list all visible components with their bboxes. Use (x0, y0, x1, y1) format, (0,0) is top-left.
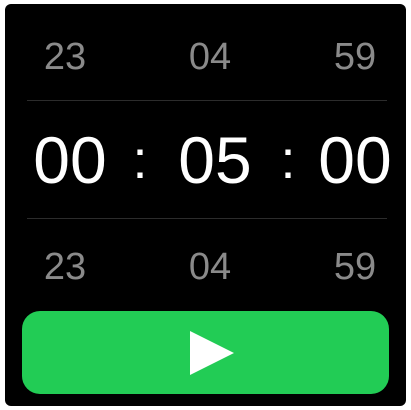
timer-screen: 23 04 59 00 : 05 : 00 23 04 59 (5, 4, 406, 406)
seconds-selected[interactable]: 00 (300, 120, 406, 200)
picker-row-below: 23 04 59 (5, 242, 406, 292)
hours-above[interactable]: 23 (10, 32, 120, 82)
play-icon (190, 331, 234, 375)
divider-bottom (27, 218, 387, 219)
start-button[interactable] (22, 311, 389, 394)
divider-top (27, 100, 387, 101)
seconds-below[interactable]: 59 (305, 242, 405, 292)
hours-below[interactable]: 23 (10, 242, 120, 292)
minutes-above[interactable]: 04 (155, 32, 265, 82)
picker-row-selected: 00 : 05 : 00 (5, 120, 406, 200)
minutes-selected[interactable]: 05 (155, 120, 275, 200)
hours-selected[interactable]: 00 (5, 120, 135, 200)
minutes-below[interactable]: 04 (155, 242, 265, 292)
picker-row-above: 23 04 59 (5, 32, 406, 82)
separator-colon: : (280, 130, 296, 190)
separator-colon: : (132, 130, 148, 190)
seconds-above[interactable]: 59 (305, 32, 405, 82)
